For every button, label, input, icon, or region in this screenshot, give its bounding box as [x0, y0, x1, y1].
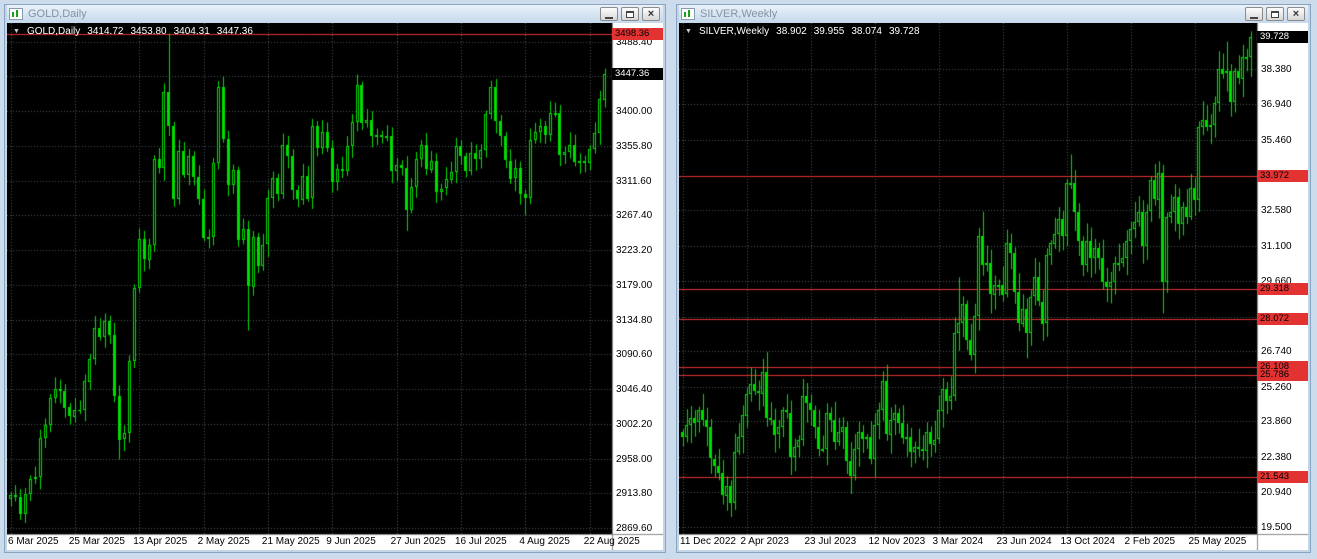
price-axis-label: 3311.60 — [616, 176, 651, 187]
price-axis-label: 3223.20 — [616, 245, 652, 256]
gold-candlestick-canvas[interactable] — [7, 23, 663, 550]
price-axis-label: 26.740 — [1261, 346, 1292, 357]
price-axis-label: 31.100 — [1261, 241, 1292, 252]
silver-candlestick-canvas[interactable] — [679, 23, 1308, 550]
time-axis-label: 3 Mar 2024 — [933, 536, 984, 547]
red-line-price-badge: 3498.36 — [612, 28, 663, 40]
time-axis-label: 16 Jul 2025 — [455, 536, 507, 547]
red-line-price-badge: 25.786 — [1257, 369, 1308, 381]
time-axis-label: 23 Jul 2023 — [805, 536, 857, 547]
restore-button[interactable] — [621, 7, 639, 21]
price-axis-label: 36.940 — [1261, 99, 1292, 110]
time-axis-label: 11 Dec 2022 — [680, 536, 736, 547]
price-axis-label: 3400.00 — [616, 106, 652, 117]
price-axis-label: 35.460 — [1261, 135, 1292, 146]
one-click-trading-arrow[interactable]: ▼ — [685, 28, 692, 35]
minimize-button[interactable] — [1245, 7, 1263, 21]
price-axis-label: 22.380 — [1261, 452, 1292, 463]
red-line-price-badge: 29.318 — [1257, 283, 1308, 295]
restore-icon — [626, 11, 634, 18]
current-price-badge: 39.728 — [1257, 31, 1308, 43]
one-click-trading-arrow[interactable]: ▼ — [13, 28, 20, 35]
minimize-button[interactable] — [600, 7, 618, 21]
gold-titlebar[interactable]: GOLD,Daily × — [7, 5, 663, 23]
silver-chart-client: ▼ SILVER,Weekly 38.902 39.955 38.074 39.… — [679, 23, 1308, 550]
price-axis-label: 2913.80 — [616, 488, 652, 499]
time-axis[interactable]: 11 Dec 2022 2 Apr 2023 23 Jul 2023 12 Nov 2… — [679, 534, 1308, 550]
time-axis-label: 2 Apr 2023 — [741, 536, 789, 547]
chart-window-gold: GOLD,Daily × ▼ GOLD,Daily 3414.72 3453.8… — [4, 4, 666, 553]
price-axis-label: 3002.20 — [616, 419, 652, 430]
red-line-price-badge: 21.543 — [1257, 471, 1308, 483]
time-axis-label: 23 Jun 2024 — [997, 536, 1052, 547]
price-axis-label: 3267.40 — [616, 210, 652, 221]
window-title: GOLD,Daily — [28, 8, 600, 20]
time-axis-label: 13 Apr 2025 — [133, 536, 187, 547]
price-axis-label: 2869.60 — [616, 523, 652, 534]
minimize-icon — [1250, 17, 1258, 19]
price-axis-label: 3355.80 — [616, 141, 652, 152]
restore-button[interactable] — [1266, 7, 1284, 21]
close-button[interactable]: × — [642, 7, 660, 21]
time-axis-label: 25 Mar 2025 — [69, 536, 125, 547]
price-axis-label: 25.260 — [1261, 382, 1292, 393]
price-axis-label: 19.500 — [1261, 522, 1292, 533]
silver-titlebar[interactable]: SILVER,Weekly × — [679, 5, 1308, 23]
price-axis-label: 2958.00 — [616, 454, 652, 465]
time-axis-label: 2 May 2025 — [198, 536, 250, 547]
time-axis-label: 4 Aug 2025 — [519, 536, 570, 547]
chart-window-silver: SILVER,Weekly × ▼ SILVER,Weekly 38.902 3… — [676, 4, 1311, 553]
current-price-badge: 3447.36 — [612, 68, 663, 80]
time-axis-label: 9 Jun 2025 — [326, 536, 376, 547]
price-axis-label: 3134.80 — [616, 315, 652, 326]
price-axis-label: 3179.00 — [616, 280, 652, 291]
time-axis-label: 21 May 2025 — [262, 536, 320, 547]
price-axis-label: 3046.40 — [616, 384, 652, 395]
window-title: SILVER,Weekly — [700, 8, 1245, 20]
gold-chart-client: ▼ GOLD,Daily 3414.72 3453.80 3404.31 344… — [7, 23, 663, 550]
chart-icon — [9, 8, 23, 20]
minimize-icon — [605, 17, 613, 19]
time-axis-label: 12 Nov 2023 — [869, 536, 926, 547]
restore-icon — [1271, 11, 1279, 18]
time-axis-label: 22 Aug 2025 — [584, 536, 640, 547]
red-line-price-badge: 28.072 — [1257, 313, 1308, 325]
chart-icon — [681, 8, 695, 20]
time-axis-label: 27 Jun 2025 — [391, 536, 446, 547]
time-axis[interactable]: 6 Mar 2025 25 Mar 2025 13 Apr 2025 2 May 20… — [7, 534, 663, 550]
price-axis-label: 23.860 — [1261, 416, 1292, 427]
price-axis[interactable]: 38.38036.94035.46032.58031.10029.66026.7… — [1257, 23, 1308, 534]
time-axis-label: 6 Mar 2025 — [8, 536, 59, 547]
close-button[interactable]: × — [1287, 7, 1305, 21]
time-axis-label: 13 Oct 2024 — [1061, 536, 1115, 547]
price-axis-label: 32.580 — [1261, 205, 1292, 216]
price-axis-label: 3090.60 — [616, 349, 652, 360]
red-line-price-badge: 33.972 — [1257, 170, 1308, 182]
mt4-workspace: GOLD,Daily × ▼ GOLD,Daily 3414.72 3453.8… — [0, 0, 1317, 559]
time-axis-label: 25 May 2025 — [1189, 536, 1247, 547]
price-axis-label: 38.380 — [1261, 64, 1292, 75]
time-axis-label: 2 Feb 2025 — [1125, 536, 1176, 547]
price-axis[interactable]: 3488.403400.003355.803311.603267.403223.… — [612, 23, 663, 534]
price-axis-label: 20.940 — [1261, 487, 1292, 498]
